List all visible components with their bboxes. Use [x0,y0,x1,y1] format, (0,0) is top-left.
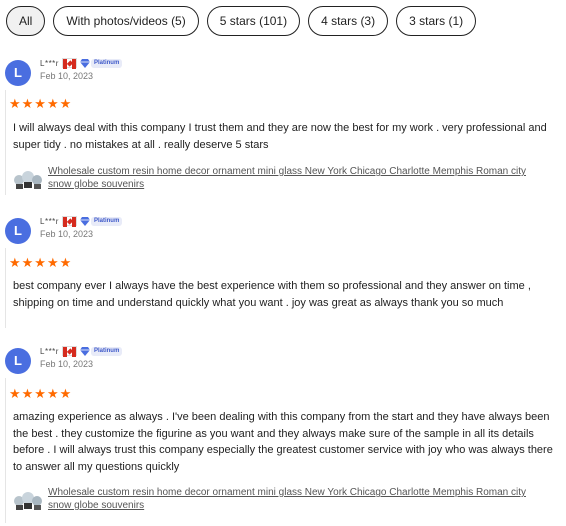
filter-3-stars[interactable]: 3 stars (1) [396,6,477,36]
review-item: L L***r Platinum Feb 10, 2023 ★★★★★ I wi… [0,58,566,195]
review-divider [5,248,6,328]
avatar: L [5,348,31,374]
star-rating: ★★★★★ [9,96,73,111]
platinum-label: Platinum [90,346,123,356]
product-link[interactable]: Wholesale custom resin home decor orname… [13,165,548,191]
diamond-icon [79,59,90,68]
platinum-label: Platinum [90,216,123,226]
product-link[interactable]: Wholesale custom resin home decor orname… [13,486,548,512]
review-text: best company ever I always have the best… [13,280,531,309]
review-filter-bar: All With photos/videos (5) 5 stars (101)… [6,6,477,36]
filter-with-photos-videos[interactable]: With photos/videos (5) [53,6,199,36]
product-thumbnail-icon [14,492,42,510]
review-text: amazing experience as always . I've been… [13,411,553,473]
star-rating: ★★★★★ [9,255,73,270]
review-divider [5,90,6,195]
platinum-label: Platinum [90,58,123,68]
review-text: I will always deal with this company I t… [13,122,547,151]
star-rating: ★★★★★ [9,386,73,401]
platinum-badge: Platinum [79,58,123,68]
diamond-icon [79,217,90,226]
review-divider [5,378,6,523]
filter-4-stars[interactable]: 4 stars (3) [308,6,389,36]
diamond-icon [79,347,90,356]
review-date: Feb 10, 2023 [40,359,94,369]
filter-5-stars[interactable]: 5 stars (101) [206,6,301,36]
reviewer-info: L***r Platinum [40,216,123,227]
reviewer-name: L***r [40,346,59,356]
product-thumbnail-icon [14,171,42,189]
review-item: L L***r Platinum Feb 10, 2023 ★★★★★ amaz… [0,346,566,523]
avatar: L [5,218,31,244]
canada-flag-icon [61,346,77,357]
product-link-text[interactable]: Wholesale custom resin home decor orname… [48,165,548,191]
reviewer-name: L***r [40,58,59,68]
review-item: L L***r Platinum Feb 10, 2023 ★★★★★ best… [0,216,566,328]
reviewer-info: L***r Platinum [40,58,123,69]
canada-flag-icon [61,58,77,69]
filter-all[interactable]: All [6,6,46,36]
platinum-badge: Platinum [79,216,123,226]
product-link-text[interactable]: Wholesale custom resin home decor orname… [48,486,548,512]
review-date: Feb 10, 2023 [40,229,94,239]
avatar: L [5,60,31,86]
platinum-badge: Platinum [79,346,123,356]
reviewer-info: L***r Platinum [40,346,123,357]
canada-flag-icon [61,216,77,227]
reviewer-name: L***r [40,216,59,226]
review-date: Feb 10, 2023 [40,71,94,81]
